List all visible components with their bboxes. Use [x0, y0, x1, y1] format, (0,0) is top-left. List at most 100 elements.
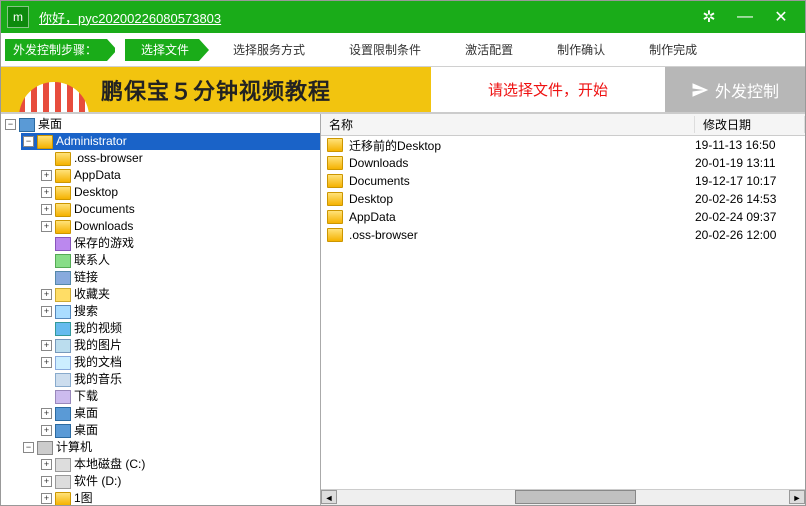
row-date: 19-11-13 16:50 — [695, 138, 805, 152]
list-row[interactable]: Documents19-12-17 10:17 — [321, 172, 805, 190]
node-label: 我的文档 — [74, 354, 122, 371]
tree-node[interactable]: .oss-browser — [39, 150, 320, 167]
scroll-left-icon[interactable]: ◄ — [321, 490, 337, 504]
node-label: 桌面 — [74, 405, 98, 422]
folder-icon — [37, 135, 53, 149]
tree-node[interactable]: +我的文档 — [39, 354, 320, 371]
app-logo-icon: m — [7, 6, 29, 28]
column-header-name[interactable]: 名称 — [321, 116, 695, 133]
app-window: m 你好，pyc20200226080573803 ✲ — ✕ 外发控制步骤： … — [0, 0, 806, 506]
node-label: 软件 (D:) — [74, 473, 121, 490]
step-select-service[interactable]: 选择服务方式 — [217, 39, 315, 61]
node-label: 我的音乐 — [74, 371, 122, 388]
folder-icon — [55, 271, 71, 285]
step-confirm[interactable]: 制作确认 — [541, 39, 615, 61]
tree-node[interactable]: +收藏夹 — [39, 286, 320, 303]
content-area: −桌面 −Administrator .oss-browser+AppData+… — [1, 113, 805, 505]
node-label: .oss-browser — [74, 150, 143, 167]
banner-message: 请选择文件，开始 — [431, 67, 665, 112]
banner-promo[interactable]: 鹏保宝５分钟视频教程 — [1, 67, 431, 112]
node-label: AppData — [74, 167, 121, 184]
tree-node[interactable]: +Desktop — [39, 184, 320, 201]
step-bar: 外发控制步骤： 选择文件 选择服务方式 设置限制条件 激活配置 制作确认 制作完… — [1, 33, 805, 67]
list-header: 名称 修改日期 — [321, 114, 805, 136]
tree-node[interactable]: 下载 — [39, 388, 320, 405]
tree-node[interactable]: +Downloads — [39, 218, 320, 235]
folder-icon — [55, 220, 71, 234]
tree-node[interactable]: 我的音乐 — [39, 371, 320, 388]
list-row[interactable]: Desktop20-02-26 14:53 — [321, 190, 805, 208]
tree-node[interactable]: +桌面 — [39, 422, 320, 439]
banner-action-button[interactable]: 外发控制 — [665, 67, 805, 112]
folder-icon — [55, 254, 71, 268]
horizontal-scrollbar[interactable]: ◄ ► — [321, 489, 805, 505]
step-activate[interactable]: 激活配置 — [449, 39, 523, 61]
minimize-button[interactable]: — — [727, 1, 763, 33]
folder-icon — [327, 228, 343, 242]
tree-node-drive[interactable]: +本地磁盘 (C:) — [39, 456, 320, 473]
list-row[interactable]: 迁移前的Desktop19-11-13 16:50 — [321, 136, 805, 154]
step-label: 外发控制步骤： — [5, 39, 107, 61]
row-name: AppData — [346, 210, 695, 224]
banner: 鹏保宝５分钟视频教程 请选择文件，开始 外发控制 — [1, 67, 805, 113]
tree-node[interactable]: +搜索 — [39, 303, 320, 320]
banner-action-label: 外发控制 — [715, 78, 779, 102]
tree-node[interactable]: 保存的游戏 — [39, 235, 320, 252]
folder-icon — [55, 373, 71, 387]
node-label: Downloads — [74, 218, 133, 235]
node-label: 我的视频 — [74, 320, 122, 337]
drive-icon — [55, 475, 71, 489]
umbrella-icon — [19, 82, 89, 112]
drive-icon — [55, 458, 71, 472]
node-label: 链接 — [74, 269, 98, 286]
desktop-icon — [19, 118, 35, 132]
close-button[interactable]: ✕ — [763, 1, 799, 33]
tree-node-computer[interactable]: −计算机 — [21, 439, 320, 456]
scroll-right-icon[interactable]: ► — [789, 490, 805, 504]
folder-tree[interactable]: −桌面 −Administrator .oss-browser+AppData+… — [1, 114, 320, 505]
folder-icon — [55, 203, 71, 217]
list-row[interactable]: AppData20-02-24 09:37 — [321, 208, 805, 226]
tree-node[interactable]: 链接 — [39, 269, 320, 286]
tree-node-drive[interactable]: +软件 (D:) — [39, 473, 320, 490]
folder-icon — [55, 407, 71, 421]
tree-pane: −桌面 −Administrator .oss-browser+AppData+… — [1, 114, 321, 505]
drive-icon — [55, 492, 71, 506]
greeting-link[interactable]: 你好，pyc20200226080573803 — [39, 8, 221, 27]
tree-node-desktop-root[interactable]: −桌面 — [3, 116, 320, 133]
folder-icon — [327, 156, 343, 170]
folder-icon — [55, 152, 71, 166]
row-name: Desktop — [346, 192, 695, 206]
node-label: 桌面 — [74, 422, 98, 439]
row-name: Downloads — [346, 156, 695, 170]
list-row[interactable]: .oss-browser20-02-26 12:00 — [321, 226, 805, 244]
paper-plane-icon — [691, 81, 709, 99]
node-label: 本地磁盘 (C:) — [74, 456, 145, 473]
row-date: 19-12-17 10:17 — [695, 174, 805, 188]
column-header-date[interactable]: 修改日期 — [695, 116, 805, 133]
tree-node[interactable]: 联系人 — [39, 252, 320, 269]
node-label: Desktop — [74, 184, 118, 201]
step-select-file[interactable]: 选择文件 — [125, 39, 199, 61]
list-pane: 名称 修改日期 迁移前的Desktop19-11-13 16:50Downloa… — [321, 114, 805, 505]
node-label: 我的图片 — [74, 337, 122, 354]
tree-node-drive[interactable]: +1图 — [39, 490, 320, 505]
tree-node[interactable]: +桌面 — [39, 405, 320, 422]
tree-node[interactable]: 我的视频 — [39, 320, 320, 337]
folder-icon — [55, 339, 71, 353]
tree-node[interactable]: +我的图片 — [39, 337, 320, 354]
list-row[interactable]: Downloads20-01-19 13:11 — [321, 154, 805, 172]
folder-icon — [55, 390, 71, 404]
tree-node[interactable]: +Documents — [39, 201, 320, 218]
tree-node[interactable]: +AppData — [39, 167, 320, 184]
scroll-thumb[interactable] — [515, 490, 636, 504]
settings-gear-icon[interactable]: ✲ — [691, 1, 727, 33]
step-complete[interactable]: 制作完成 — [633, 39, 707, 61]
node-label: 计算机 — [56, 439, 92, 456]
folder-icon — [55, 305, 71, 319]
folder-icon — [55, 288, 71, 302]
tree-node-administrator[interactable]: −Administrator — [21, 133, 320, 150]
step-set-limits[interactable]: 设置限制条件 — [333, 39, 431, 61]
row-date: 20-02-26 12:00 — [695, 228, 805, 242]
list-body[interactable]: 迁移前的Desktop19-11-13 16:50Downloads20-01-… — [321, 136, 805, 489]
